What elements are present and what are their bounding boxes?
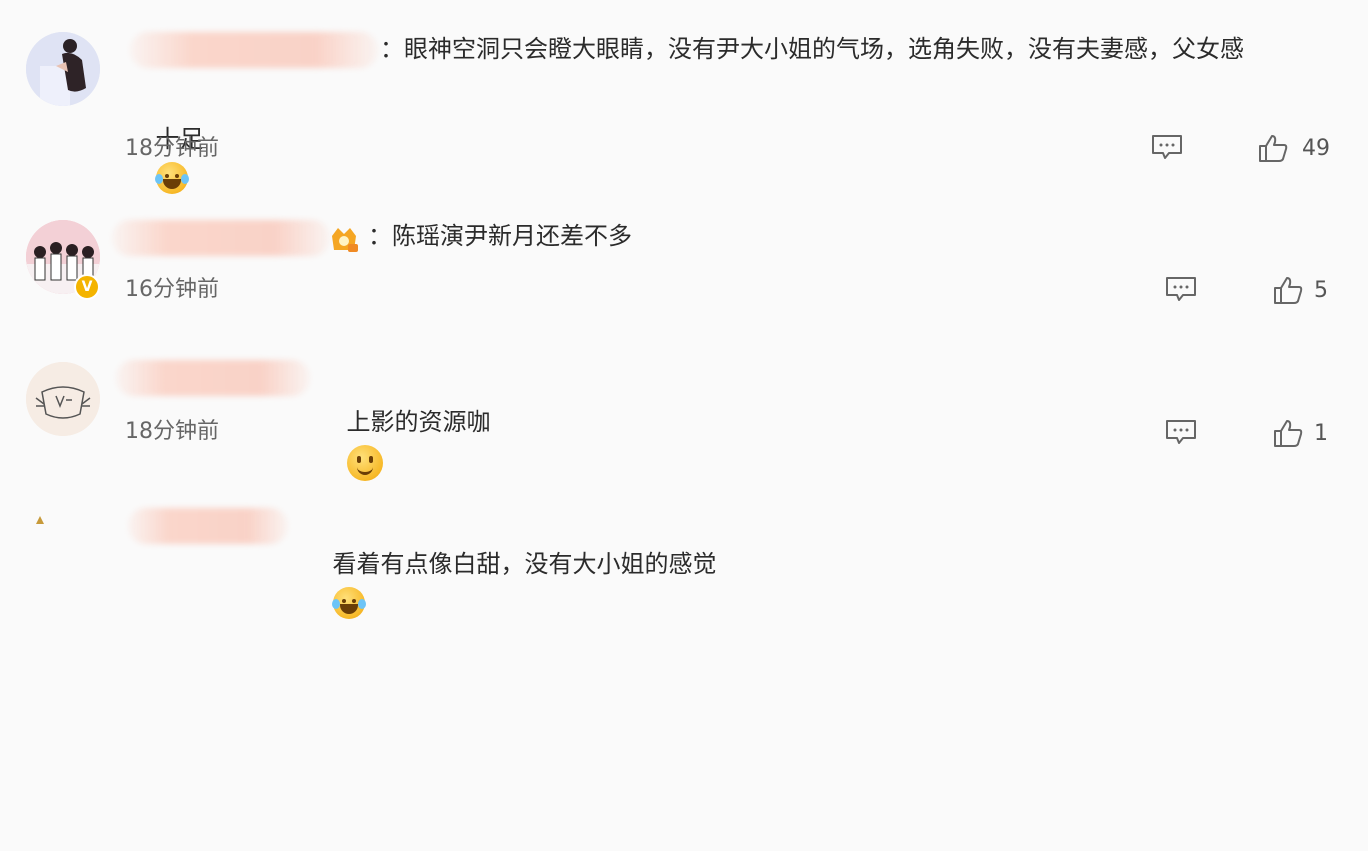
avatar[interactable] [26, 362, 100, 436]
comment-time: 16分钟前 [125, 277, 219, 302]
laugh-cry-emoji [154, 162, 189, 194]
comment-time: 18分钟前 [125, 419, 219, 444]
avatar-image [26, 362, 100, 436]
comment-text: 看着有点像白甜，没有大小姐的感觉 [302, 497, 717, 851]
thumbs-up-icon[interactable] [1273, 418, 1303, 448]
like-count: 1 [1314, 421, 1328, 446]
username-blurred[interactable] [130, 32, 378, 68]
comment-text-body: 看着有点像白甜，没有大小姐的感觉 [332, 550, 717, 578]
avatar-partial[interactable] [26, 512, 66, 524]
like-count: 5 [1314, 278, 1328, 303]
avatar-image [26, 32, 100, 106]
thumbs-up-icon[interactable] [1273, 275, 1303, 305]
smile-emoji [346, 445, 383, 481]
avatar[interactable] [26, 32, 100, 106]
comment-text-body: 上影的资源咖 [346, 408, 491, 436]
comment-text: ：眼神空洞只会瞪大眼睛，没有尹大小姐的气场，选角失败，没有夫妻感，父女感 [380, 35, 1244, 63]
like-count: 49 [1302, 136, 1330, 161]
laugh-cry-emoji [331, 587, 366, 619]
username-blurred[interactable] [128, 508, 288, 544]
reply-icon[interactable] [1165, 419, 1197, 445]
username-blurred[interactable] [116, 360, 310, 396]
comment-text: ：陈瑶演尹新月还差不多 [368, 222, 632, 250]
reply-icon[interactable] [1165, 276, 1197, 302]
verified-badge: V [74, 274, 100, 300]
comment-time: 18分钟前 [125, 136, 219, 161]
reply-icon[interactable] [1151, 134, 1183, 160]
username-blurred[interactable] [112, 220, 330, 256]
thumbs-up-icon[interactable] [1258, 133, 1288, 163]
member-badge-icon [332, 228, 358, 252]
